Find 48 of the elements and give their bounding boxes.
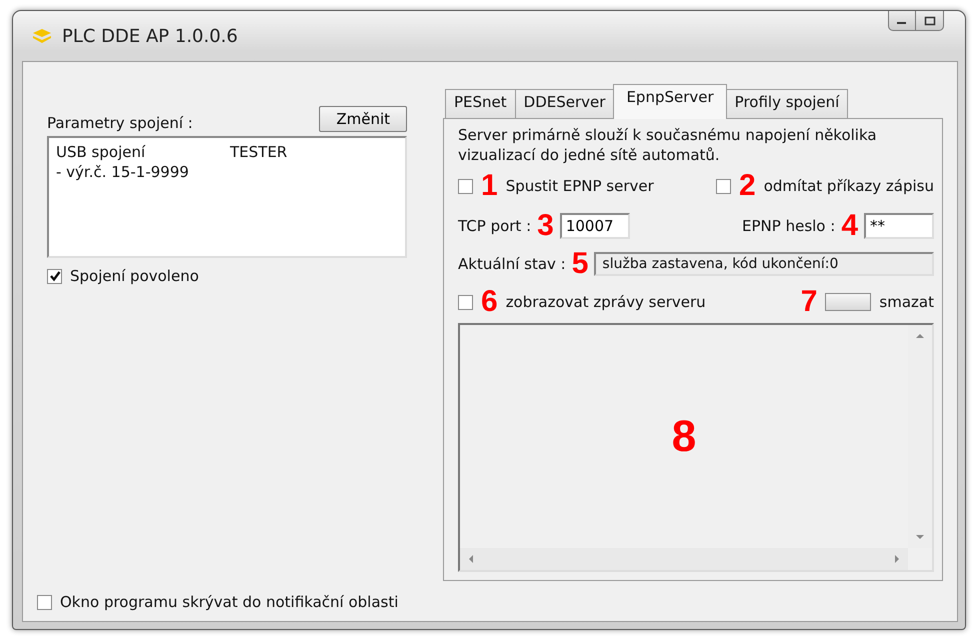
scroll-left-icon[interactable] [468,554,474,564]
list-text: USB spojení [56,142,146,162]
clear-button[interactable] [825,293,872,311]
status-field: služba zastavena, kód ukončení:0 [594,252,934,276]
callout-number: 3 [537,211,554,241]
field-label: Aktuální stav : [458,255,566,273]
checkbox[interactable] [37,594,52,610]
field-label: Parametry spojení : [47,114,193,132]
scroll-down-icon[interactable] [915,534,925,540]
maximize-icon [924,16,936,26]
message-log[interactable]: 8 [458,323,934,572]
checkbox-label: Spustit EPNP server [506,177,654,195]
checkbox[interactable] [716,178,732,194]
list-text: TESTER [230,142,288,162]
callout-number: 5 [572,249,588,279]
button-label: smazat [879,293,934,311]
checkbox-label: odmítat příkazy zápisu [764,177,934,195]
tab[interactable]: DDEServer [514,89,614,118]
checkbox[interactable] [458,178,473,194]
connection-list[interactable]: USB spojení TESTER - výr.č. 15-1-9999 [47,136,407,258]
callout-number: 7 [800,287,818,317]
port-field[interactable]: 10007 [560,213,630,239]
app-icon [32,28,52,44]
minimize-button[interactable] [888,11,916,31]
change-button[interactable]: Změnit [319,106,407,132]
scroll-up-icon[interactable] [915,333,925,339]
tab[interactable]: PESnet [445,89,516,118]
password-field[interactable]: ** [864,213,934,239]
checkbox[interactable] [47,268,62,284]
callout-number: 2 [739,171,756,201]
checkbox-label: zobrazovat zprávy serveru [506,293,706,311]
checkbox[interactable] [458,294,473,310]
window-title: PLC DDE AP 1.0.0.6 [62,26,238,46]
scroll-right-icon[interactable] [894,554,900,564]
tab[interactable]: EpnpServer [613,84,727,119]
checkbox-label: Spojení povoleno [70,267,199,285]
callout-number: 6 [481,287,498,317]
tab[interactable]: Profily spojení [726,89,848,118]
maximize-button[interactable] [916,11,944,31]
list-text: - výr.č. 15-1-9999 [56,162,190,182]
field-label: TCP port : [458,217,532,235]
field-label: EPNP heslo : [742,217,836,235]
callout-number: 4 [841,211,858,241]
checkbox-label: Okno programu skrývat do notifikační oblasti [60,593,398,611]
description-text: Server primárně slouží k současnému napojení několika vizualizací do jedné sítě automatů. [458,125,878,165]
callout-number: 1 [481,171,498,201]
callout-number: 8 [672,414,696,458]
horizontal-scrollbar[interactable] [460,548,908,570]
